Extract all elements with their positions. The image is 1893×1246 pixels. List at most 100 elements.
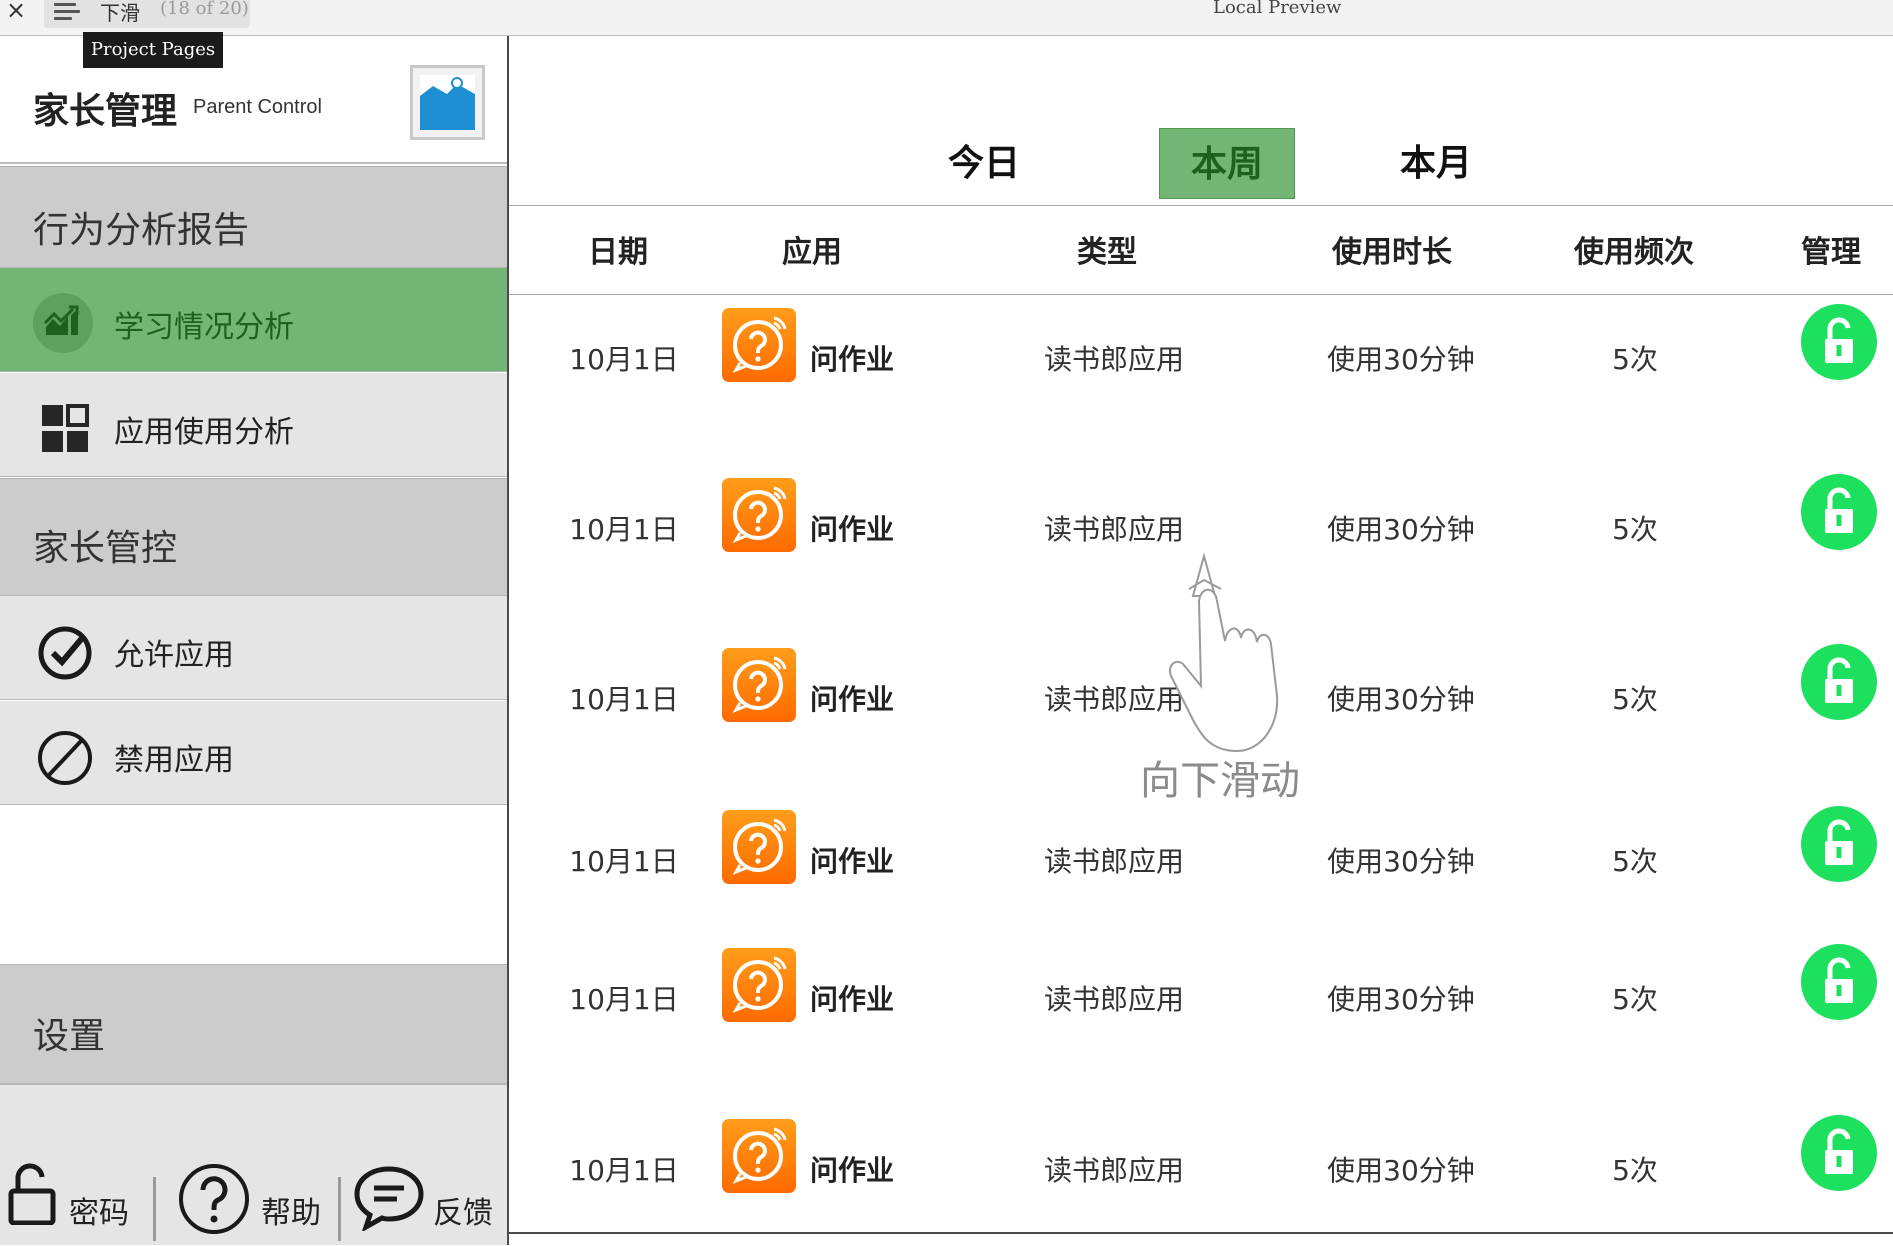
row-app-name: 问作业: [810, 343, 895, 376]
brand-title: 家长管理: [33, 91, 178, 132]
row-app-name: 问作业: [810, 1154, 895, 1187]
row-duration: 使用30分钟: [1327, 845, 1475, 878]
row-date: 10月1日: [569, 845, 679, 878]
table-row: 10月1日 问作业 读书郎应用 使用30分钟 5次: [509, 1115, 1893, 1239]
period-tabs: 今日 本周 本月: [509, 36, 1893, 206]
footer-divider: [153, 1177, 156, 1241]
sidebar-item-ban-apps-label: 禁用应用: [114, 743, 234, 778]
unlock-icon[interactable]: [1801, 474, 1877, 550]
sidebar-item-ban-apps[interactable]: 禁用应用: [0, 701, 507, 805]
row-app-type: 读书郎应用: [1043, 1154, 1185, 1187]
window-title: Local Preview: [1213, 0, 1342, 18]
section-behavior-report-label: 行为分析报告: [33, 210, 250, 251]
help-button[interactable]: 帮助: [170, 1085, 335, 1246]
question-bubble-app-icon[interactable]: [722, 308, 796, 382]
unlock-icon: [8, 1163, 56, 1229]
password-button-label: 密码: [69, 1196, 129, 1231]
row-app-name: 问作业: [810, 983, 895, 1016]
sidebar-item-settings-label: 设置: [33, 1016, 106, 1057]
bottom-divider: [509, 1232, 1893, 1234]
ban-icon: [33, 726, 93, 786]
column-header-duration: 使用时长: [1332, 235, 1452, 270]
row-duration: 使用30分钟: [1327, 513, 1475, 546]
image-placeholder-icon: [410, 65, 485, 140]
row-frequency: 5次: [1612, 1154, 1658, 1187]
check-circle-icon: [33, 621, 93, 681]
table-row: 10月1日 问作业 读书郎应用 使用30分钟 5次: [509, 806, 1893, 930]
sidebar-footer: 密码 帮助 反馈: [0, 1084, 507, 1245]
table-row: 10月1日 问作业 读书郎应用 使用30分钟 5次: [509, 944, 1893, 1068]
question-bubble-app-icon[interactable]: [722, 478, 796, 552]
feedback-button-label: 反馈: [433, 1196, 493, 1231]
column-header-frequency: 使用频次: [1574, 235, 1694, 270]
page-counter: (18 of 20): [160, 0, 249, 19]
sidebar-item-study-analysis[interactable]: 学习情况分析: [0, 268, 507, 372]
main-content: 今日 本周 本月 日期 应用 类型 使用时长 使用频次 管理 10月1日 问作业读…: [509, 36, 1893, 1245]
tab-this-week[interactable]: 本周: [1159, 128, 1295, 199]
help-button-label: 帮助: [261, 1196, 321, 1231]
tab-today[interactable]: 今日: [916, 128, 1052, 199]
close-icon[interactable]: ×: [6, 0, 26, 24]
row-duration: 使用30分钟: [1327, 343, 1475, 376]
unlock-icon[interactable]: [1801, 944, 1877, 1020]
sidebar-item-settings[interactable]: 设置: [0, 964, 507, 1084]
question-bubble-app-icon[interactable]: [722, 1119, 796, 1193]
current-page-name: 下滑: [100, 1, 140, 25]
grid-icon: [33, 398, 93, 458]
brand-subtitle: Parent Control: [193, 96, 322, 118]
footer-divider: [338, 1177, 341, 1241]
row-date: 10月1日: [569, 513, 679, 546]
sidebar-item-allow-apps-label: 允许应用: [114, 638, 234, 673]
row-date: 10月1日: [569, 1154, 679, 1187]
tab-this-month[interactable]: 本月: [1368, 128, 1504, 199]
column-header-date: 日期: [588, 235, 648, 270]
column-header-app: 应用: [782, 235, 842, 270]
row-duration: 使用30分钟: [1327, 983, 1475, 1016]
trend-chart-icon: [33, 293, 93, 353]
window-toolbar: × 下滑 (18 of 20) Local Preview: [0, 0, 1893, 36]
row-duration: 使用30分钟: [1327, 683, 1475, 716]
question-bubble-app-icon[interactable]: [722, 948, 796, 1022]
unlock-icon[interactable]: [1801, 1115, 1877, 1191]
column-header-manage: 管理: [1801, 235, 1861, 270]
password-button[interactable]: 密码: [0, 1085, 150, 1246]
row-app-type: 读书郎应用: [1043, 343, 1185, 376]
row-frequency: 5次: [1612, 343, 1658, 376]
sidebar-item-study-analysis-label: 学习情况分析: [114, 310, 294, 345]
sidebar-item-app-usage-analysis[interactable]: 应用使用分析: [0, 373, 507, 477]
row-app-type: 读书郎应用: [1043, 983, 1185, 1016]
menu-icon[interactable]: [54, 2, 80, 20]
tooltip: Project Pages: [83, 32, 223, 68]
question-bubble-app-icon[interactable]: [722, 810, 796, 884]
row-app-type: 读书郎应用: [1043, 513, 1185, 546]
chat-bubble-icon: [353, 1165, 425, 1235]
sidebar-item-app-usage-analysis-label: 应用使用分析: [114, 415, 294, 450]
section-behavior-report: 行为分析报告: [0, 166, 507, 268]
row-app-name: 问作业: [810, 845, 895, 878]
unlock-icon[interactable]: [1801, 304, 1877, 380]
row-date: 10月1日: [569, 343, 679, 376]
row-frequency: 5次: [1612, 683, 1658, 716]
row-frequency: 5次: [1612, 513, 1658, 546]
table-header: 日期 应用 类型 使用时长 使用频次 管理: [509, 207, 1893, 295]
unlock-icon[interactable]: [1801, 806, 1877, 882]
feedback-button[interactable]: 反馈: [350, 1085, 507, 1246]
row-date: 10月1日: [569, 983, 679, 1016]
sidebar-item-allow-apps[interactable]: 允许应用: [0, 596, 507, 700]
table-row: 10月1日 问作业 读书郎应用 使用30分钟 5次: [509, 304, 1893, 428]
row-app-name: 问作业: [810, 683, 895, 716]
swipe-hint-text: 向下滑动: [1140, 758, 1300, 804]
row-date: 10月1日: [569, 683, 679, 716]
section-parental-control-label: 家长管控: [33, 528, 178, 569]
brand-header: 家长管理 Parent Control: [0, 36, 507, 164]
question-icon: [178, 1163, 250, 1239]
unlock-icon[interactable]: [1801, 644, 1877, 720]
sidebar: 家长管理 Parent Control 行为分析报告 学习情况分析 应用使用分析…: [0, 36, 507, 1245]
column-header-type: 类型: [1077, 235, 1137, 270]
section-parental-control: 家长管控: [0, 478, 507, 596]
row-duration: 使用30分钟: [1327, 1154, 1475, 1187]
question-bubble-app-icon[interactable]: [722, 648, 796, 722]
row-frequency: 5次: [1612, 845, 1658, 878]
row-frequency: 5次: [1612, 983, 1658, 1016]
row-app-type: 读书郎应用: [1043, 845, 1185, 878]
